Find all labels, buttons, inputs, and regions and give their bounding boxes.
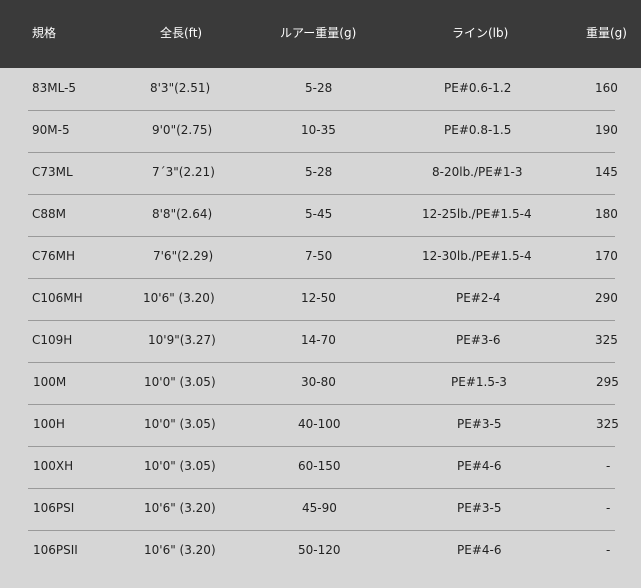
header-length: 全長(ft) [160, 26, 203, 40]
table-row: 106PSII 10'6" (3.20) 50-120 PE#4-6 - [0, 530, 641, 572]
cell-line: 12-30lb./PE#1.5-4 [422, 249, 532, 263]
cell-weight: 325 [596, 417, 619, 431]
cell-model: 106PSI [33, 501, 75, 515]
cell-lure-weight: 10-35 [301, 123, 336, 137]
table-row: C109H 10'9"(3.27) 14-70 PE#3-6 325 [0, 320, 641, 362]
cell-model: 90M-5 [32, 123, 70, 137]
cell-weight: - [606, 543, 611, 557]
cell-length: 8'8"(2.64) [152, 207, 213, 221]
cell-length: 10'9"(3.27) [148, 333, 216, 347]
table-row: 106PSI 10'6" (3.20) 45-90 PE#3-5 - [0, 488, 641, 530]
cell-length: 10'0" (3.05) [144, 417, 216, 431]
cell-line: PE#1.5-3 [451, 375, 507, 389]
cell-model: C73ML [32, 165, 73, 179]
cell-length: 10'6" (3.20) [143, 291, 215, 305]
cell-model: 100M [33, 375, 67, 389]
cell-length: 10'6" (3.20) [144, 501, 216, 515]
cell-line: PE#0.6-1.2 [444, 81, 512, 95]
cell-line: PE#4-6 [457, 459, 502, 473]
cell-weight: 170 [595, 249, 618, 263]
cell-lure-weight: 60-150 [298, 459, 341, 473]
cell-model: 100XH [33, 459, 74, 473]
table-row: 100H 10'0" (3.05) 40-100 PE#3-5 325 [0, 404, 641, 446]
cell-lure-weight: 14-70 [301, 333, 336, 347]
cell-length: 7'6"(2.29) [153, 249, 214, 263]
cell-length: 9'0"(2.75) [152, 123, 213, 137]
table-row: 90M-5 9'0"(2.75) 10-35 PE#0.8-1.5 190 [0, 110, 641, 152]
cell-weight: 295 [596, 375, 619, 389]
cell-lure-weight: 50-120 [298, 543, 341, 557]
cell-length: 10'6" (3.20) [144, 543, 216, 557]
cell-model: C76MH [32, 249, 76, 263]
cell-lure-weight: 5-28 [305, 165, 333, 179]
cell-line: 8-20lb./PE#1-3 [432, 165, 523, 179]
table-row: C73ML 7´3"(2.21) 5-28 8-20lb./PE#1-3 145 [0, 152, 641, 194]
cell-length: 10'0" (3.05) [144, 459, 216, 473]
cell-lure-weight: 12-50 [301, 291, 336, 305]
cell-model: C106MH [32, 291, 83, 305]
cell-lure-weight: 45-90 [302, 501, 337, 515]
cell-lure-weight: 7-50 [305, 249, 333, 263]
cell-weight: 190 [595, 123, 618, 137]
cell-lure-weight: 5-45 [305, 207, 333, 221]
cell-weight: 290 [595, 291, 618, 305]
table-row: C106MH 10'6" (3.20) 12-50 PE#2-4 290 [0, 278, 641, 320]
table-header: 規格 全長(ft) ルアー重量(g) ライン(lb) 重量(g) [0, 0, 641, 68]
cell-lure-weight: 30-80 [301, 375, 336, 389]
cell-lure-weight: 5-28 [305, 81, 333, 95]
cell-model: C88M [32, 207, 67, 221]
cell-model: 83ML-5 [32, 81, 77, 95]
cell-weight: 180 [595, 207, 618, 221]
cell-length: 8'3"(2.51) [150, 81, 211, 95]
cell-length: 10'0" (3.05) [144, 375, 216, 389]
cell-model: 106PSII [33, 543, 78, 557]
cell-weight: - [606, 501, 611, 515]
cell-line: PE#4-6 [457, 543, 502, 557]
header-weight: 重量(g) [586, 26, 627, 40]
table-row: C76MH 7'6"(2.29) 7-50 12-30lb./PE#1.5-4 … [0, 236, 641, 278]
header-lure-weight: ルアー重量(g) [280, 26, 357, 40]
cell-line: PE#3-5 [457, 417, 502, 431]
header-line: ライン(lb) [452, 26, 509, 40]
table-row: 100M 10'0" (3.05) 30-80 PE#1.5-3 295 [0, 362, 641, 404]
table-row: 100XH 10'0" (3.05) 60-150 PE#4-6 - [0, 446, 641, 488]
table-row: C88M 8'8"(2.64) 5-45 12-25lb./PE#1.5-4 1… [0, 194, 641, 236]
cell-weight: 145 [595, 165, 618, 179]
cell-line: 12-25lb./PE#1.5-4 [422, 207, 532, 221]
cell-lure-weight: 40-100 [298, 417, 341, 431]
cell-line: PE#0.8-1.5 [444, 123, 512, 137]
cell-line: PE#2-4 [456, 291, 501, 305]
table-row: 83ML-5 8'3"(2.51) 5-28 PE#0.6-1.2 160 [0, 68, 641, 110]
cell-line: PE#3-6 [456, 333, 501, 347]
cell-weight: 325 [595, 333, 618, 347]
cell-weight: - [606, 459, 611, 473]
cell-weight: 160 [595, 81, 618, 95]
spec-table: 規格 全長(ft) ルアー重量(g) ライン(lb) 重量(g) 83ML-5 … [0, 0, 641, 588]
cell-length: 7´3"(2.21) [152, 165, 215, 179]
cell-model: 100H [33, 417, 65, 431]
cell-line: PE#3-5 [457, 501, 502, 515]
header-model: 規格 [32, 26, 57, 40]
cell-model: C109H [32, 333, 73, 347]
